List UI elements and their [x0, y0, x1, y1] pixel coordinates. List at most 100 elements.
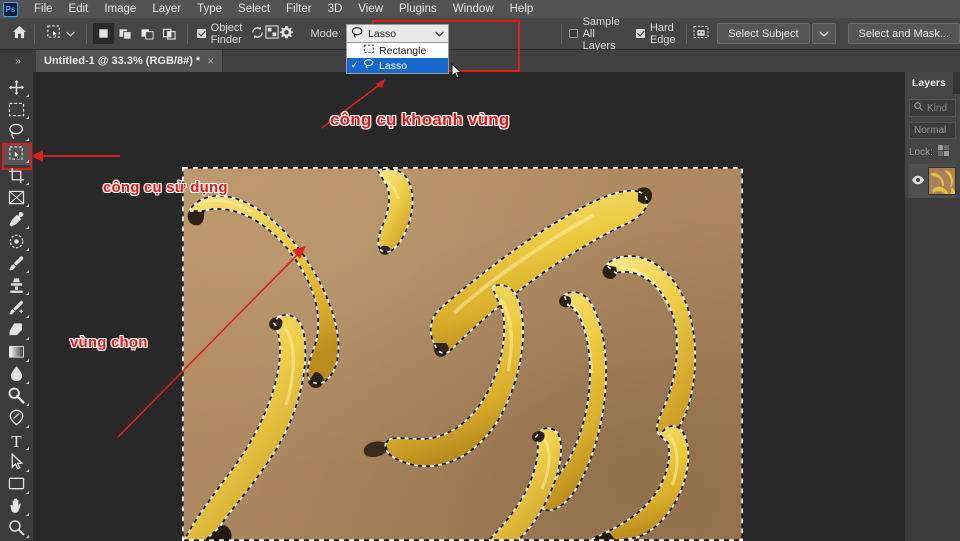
- menu-layer[interactable]: Layer: [144, 0, 189, 18]
- hard-edge-checkbox[interactable]: Hard Edge: [635, 21, 676, 46]
- document-tab-title: Untitled-1 @ 33.3% (RGB/8#) *: [44, 55, 201, 67]
- tool-preset-picker[interactable]: [42, 22, 79, 46]
- dodge-tool[interactable]: [3, 387, 31, 408]
- layer-filter-placeholder: Kind: [927, 102, 948, 114]
- magnifier-icon: [8, 519, 25, 539]
- spot-healing-brush-tool[interactable]: [3, 232, 31, 253]
- menu-window[interactable]: Window: [445, 0, 502, 18]
- rectangular-marquee-tool[interactable]: [3, 100, 31, 121]
- annotation-mode-dropdown: công cụ khoanh vùng: [330, 110, 510, 129]
- hard-edge-label: Hard Edge: [649, 21, 676, 46]
- rectangle-marquee-icon: [363, 44, 375, 57]
- object-selection-tool-icon: [46, 24, 63, 44]
- mode-option-rectangle[interactable]: Rectangle: [347, 43, 448, 58]
- move-tool[interactable]: [3, 78, 31, 99]
- eyedropper-icon: [8, 211, 25, 231]
- blend-mode-value: Normal: [914, 125, 947, 136]
- eraser-tool[interactable]: [3, 321, 31, 342]
- add-to-selection-button[interactable]: [115, 23, 137, 44]
- canvas-workspace[interactable]: [34, 72, 904, 541]
- expand-panels-button[interactable]: »: [0, 50, 36, 72]
- mode-combobox[interactable]: Lasso: [346, 24, 450, 43]
- blur-tool[interactable]: [3, 365, 31, 386]
- healing-brush-icon: [8, 233, 25, 253]
- select-subject-button[interactable]: Select Subject: [717, 23, 810, 44]
- photoshop-logo: Ps: [3, 1, 18, 17]
- mode-control: Mode: Lasso Rectangle ✓ Lasso: [310, 24, 450, 74]
- menu-filter[interactable]: Filter: [278, 0, 320, 18]
- layer-filter-search[interactable]: Kind: [909, 99, 956, 117]
- banana-shape: [486, 427, 562, 541]
- menu-edit[interactable]: Edit: [61, 0, 97, 18]
- tab-layers[interactable]: Layers: [905, 72, 953, 94]
- mouse-cursor-icon: [451, 62, 463, 83]
- crop-tool[interactable]: [3, 166, 31, 187]
- type-tool[interactable]: T: [3, 431, 31, 452]
- document-canvas[interactable]: [182, 167, 743, 541]
- brush-tool[interactable]: [3, 254, 31, 275]
- checkbox-box: [196, 29, 206, 38]
- banana-shape: [183, 314, 307, 541]
- layer-row[interactable]: [909, 164, 956, 198]
- sample-all-layers-checkbox[interactable]: Sample All Layers: [568, 15, 624, 52]
- panel-tab-strip: Layers: [905, 72, 960, 94]
- overlay-options-button[interactable]: [265, 23, 280, 45]
- brush-icon: [8, 255, 25, 275]
- home-icon: [12, 25, 27, 42]
- tools-panel: T: [0, 72, 34, 541]
- select-subject-presets-button[interactable]: [693, 23, 709, 45]
- select-subject-dropdown-button[interactable]: [811, 23, 836, 44]
- path-selection-tool[interactable]: [3, 452, 31, 474]
- layers-panel: Layers Kind Normal Lock:: [904, 72, 960, 541]
- settings-button[interactable]: [279, 23, 294, 45]
- menu-help[interactable]: Help: [502, 0, 542, 18]
- clone-stamp-icon: [8, 277, 25, 297]
- menu-file[interactable]: File: [26, 0, 61, 18]
- document-tab[interactable]: Untitled-1 @ 33.3% (RGB/8#) * ×: [36, 50, 224, 72]
- gradient-tool[interactable]: [3, 343, 31, 364]
- checkmark-icon: ✓: [350, 60, 359, 70]
- history-brush-tool[interactable]: [3, 298, 31, 319]
- hand-tool[interactable]: [3, 497, 31, 518]
- intersect-with-selection-button[interactable]: [159, 23, 181, 44]
- lasso-icon: [363, 59, 375, 72]
- banana-shape: [602, 255, 697, 439]
- layer-thumbnail[interactable]: [928, 167, 956, 195]
- blend-mode-select[interactable]: Normal: [909, 122, 956, 139]
- eyedropper-tool[interactable]: [3, 210, 31, 231]
- clone-stamp-tool[interactable]: [3, 276, 31, 297]
- menu-select[interactable]: Select: [230, 0, 278, 18]
- sample-all-layers-label: Sample All Layers: [582, 15, 620, 52]
- chevron-down-icon: [818, 28, 829, 40]
- history-brush-icon: [8, 299, 25, 319]
- new-selection-button[interactable]: [93, 23, 115, 44]
- menu-type[interactable]: Type: [189, 0, 230, 18]
- home-button[interactable]: [12, 25, 27, 42]
- zoom-tool[interactable]: [3, 519, 31, 540]
- subtract-from-selection-button[interactable]: [137, 23, 159, 44]
- lasso-icon: [8, 123, 25, 143]
- lasso-tool[interactable]: [3, 122, 31, 143]
- divider: [685, 23, 687, 44]
- divider: [85, 23, 87, 44]
- menu-view[interactable]: View: [350, 0, 391, 18]
- lasso-icon: [351, 26, 364, 41]
- eye-icon[interactable]: [911, 175, 925, 188]
- chevron-down-icon: [435, 28, 444, 40]
- pen-tool[interactable]: [3, 409, 31, 430]
- object-selection-icon: [8, 145, 25, 165]
- bananas-image: [182, 167, 743, 541]
- close-icon[interactable]: ×: [207, 54, 214, 68]
- mode-option-lasso[interactable]: ✓ Lasso: [347, 58, 449, 73]
- menu-plugins[interactable]: Plugins: [391, 0, 445, 18]
- menu-image[interactable]: Image: [96, 0, 144, 18]
- object-selection-tool[interactable]: [1, 143, 32, 171]
- rectangle-shape-tool[interactable]: [3, 475, 31, 496]
- menu-3d[interactable]: 3D: [320, 0, 351, 18]
- blur-droplet-icon: [9, 365, 24, 385]
- lock-transparency-icon[interactable]: [937, 145, 949, 159]
- refresh-button[interactable]: [250, 23, 265, 45]
- object-finder-checkbox[interactable]: Object Finder: [196, 22, 242, 46]
- select-and-mask-button[interactable]: Select and Mask...: [847, 23, 960, 44]
- frame-tool[interactable]: [3, 188, 31, 209]
